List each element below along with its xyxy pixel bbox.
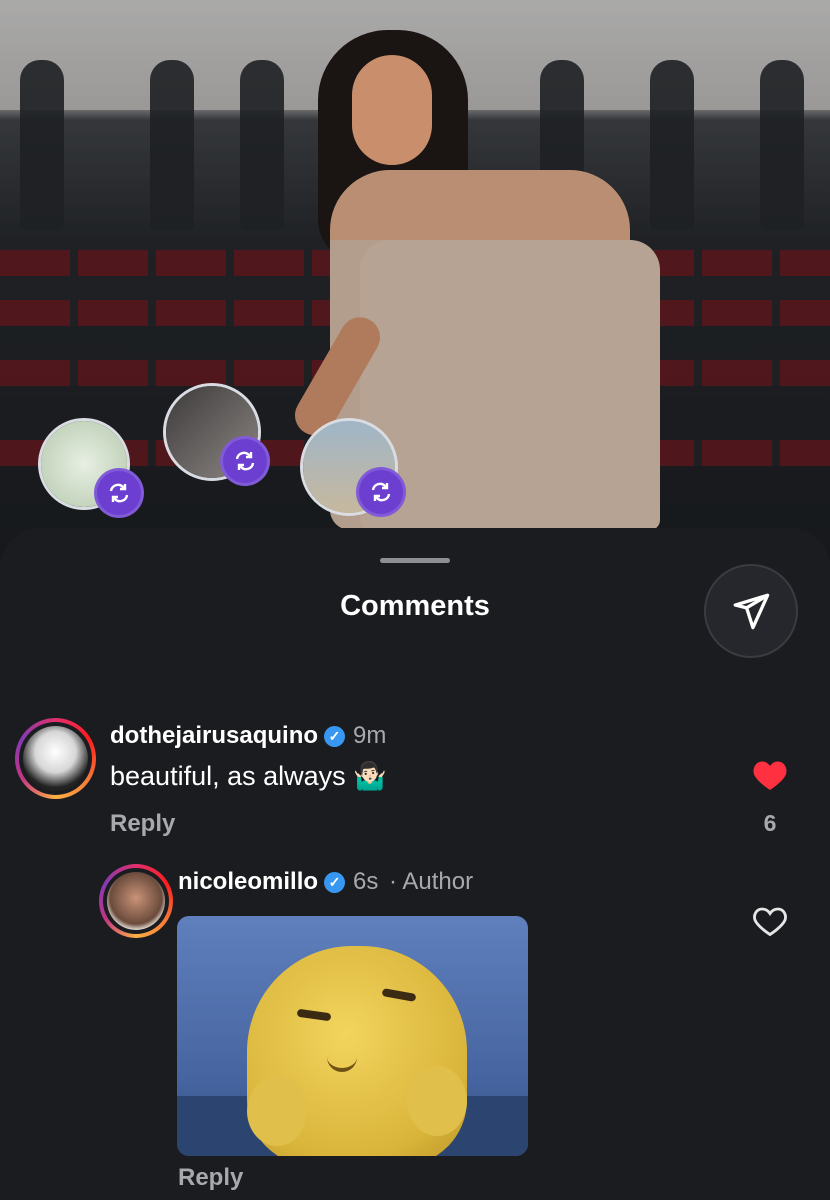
gif-paw <box>407 1066 467 1136</box>
post-photo-background <box>0 0 830 560</box>
comment-timestamp: 6s <box>353 868 379 895</box>
comment-text: beautiful, as always 🤷🏻‍♂️ <box>110 761 387 791</box>
gif-attachment[interactable] <box>177 916 528 1156</box>
username-text[interactable]: dothejairusaquino <box>110 722 318 749</box>
verified-badge-icon: ✓ <box>324 726 346 747</box>
share-send-icon <box>733 593 770 630</box>
gif-paw <box>247 1076 307 1146</box>
reply-button[interactable]: Reply <box>178 1164 243 1192</box>
verified-badge-icon: ✓ <box>324 872 346 893</box>
author-label: · Author <box>389 868 474 895</box>
sheet-grabber-handle[interactable] <box>380 558 450 563</box>
subject-face <box>352 55 432 165</box>
repost-icon <box>356 467 406 517</box>
reply-button[interactable]: Reply <box>110 810 175 838</box>
like-count: 6 <box>763 810 777 836</box>
avatar[interactable] <box>99 864 173 938</box>
comment-username[interactable]: dothejairusaquino ✓ 9m <box>110 722 386 750</box>
repost-icon <box>220 436 270 486</box>
username-text[interactable]: nicoleomillo <box>178 868 318 895</box>
repost-icon <box>94 468 144 518</box>
comment-username[interactable]: nicoleomillo ✓ 6s · Author <box>178 868 473 896</box>
heart-icon[interactable] <box>752 758 788 792</box>
heart-icon[interactable] <box>752 904 788 938</box>
comment-timestamp: 9m <box>353 722 387 749</box>
avatar[interactable] <box>15 718 96 799</box>
share-button[interactable] <box>704 564 798 658</box>
